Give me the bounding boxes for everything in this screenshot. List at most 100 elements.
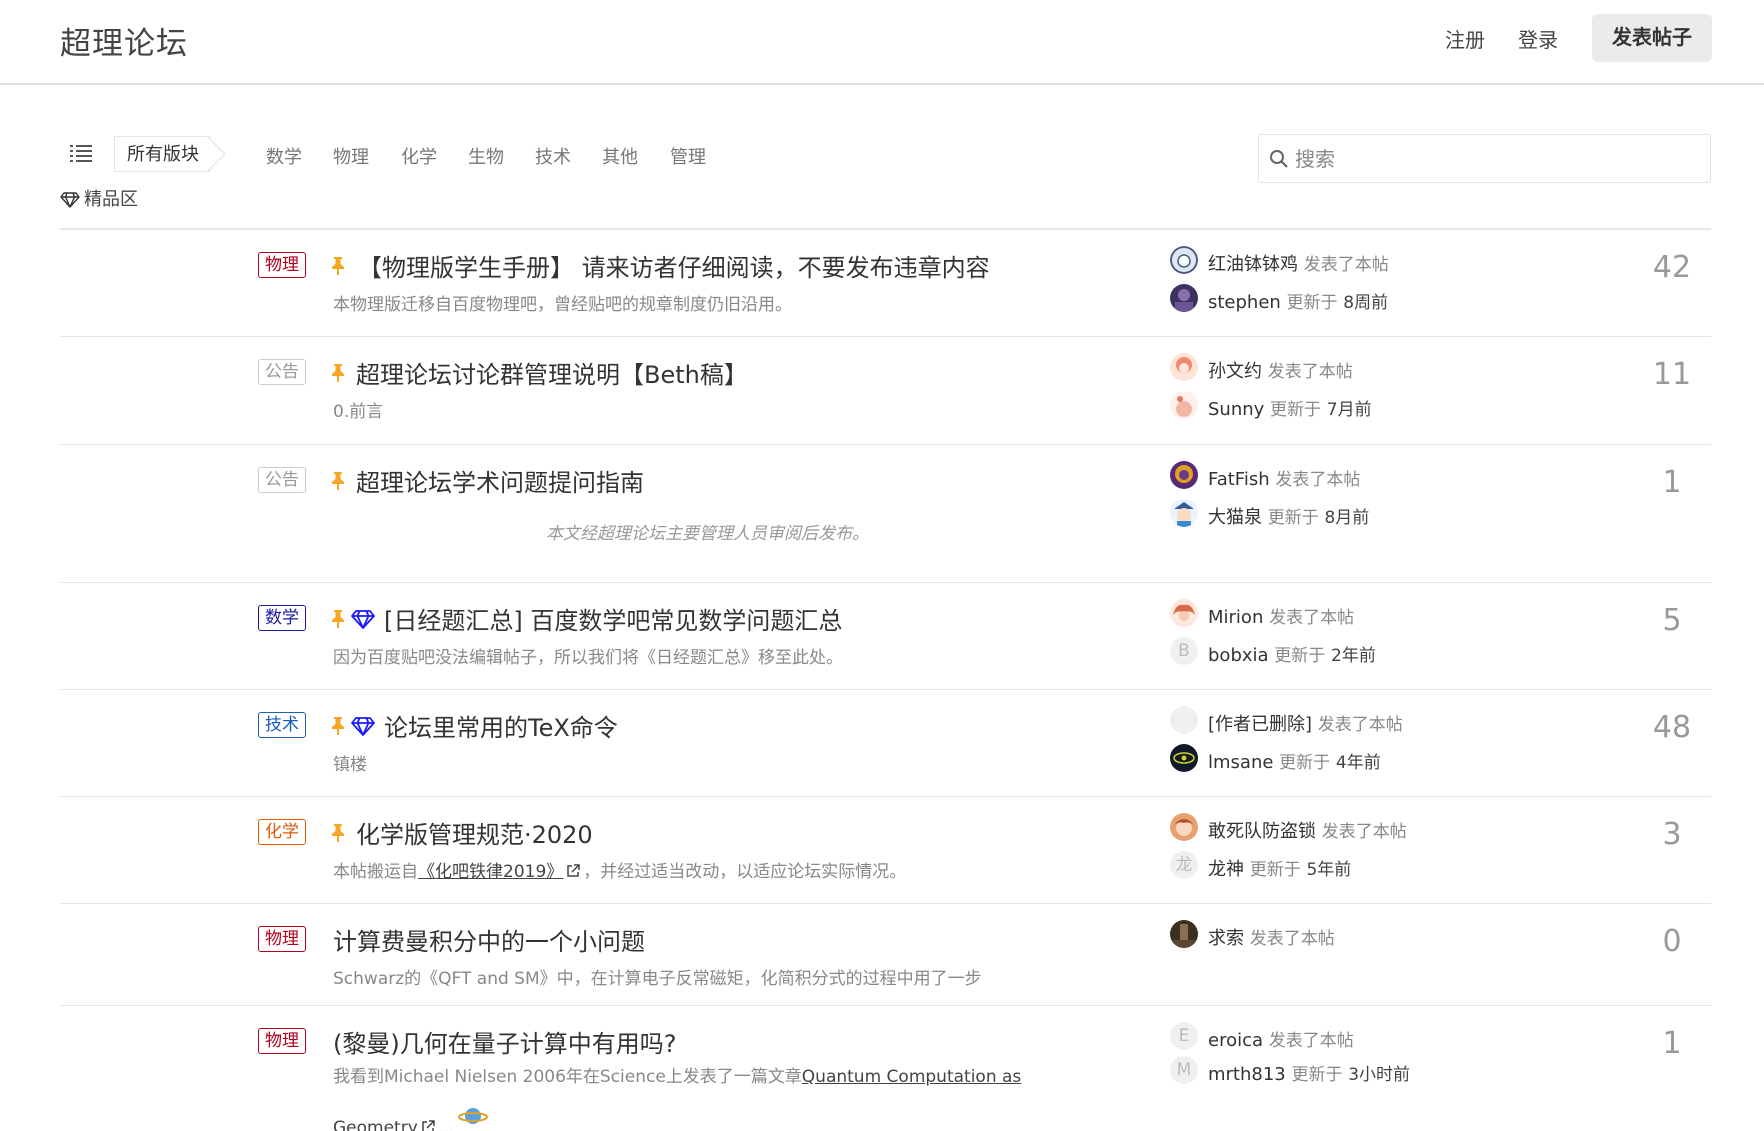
category-badge[interactable]: 技术 (258, 712, 306, 738)
replier-name[interactable]: stephen (1208, 292, 1281, 313)
topic-row[interactable]: 物理 计算费曼积分中的一个小问题 Schwarz的《QFT and SM》中，在… (60, 903, 1711, 1005)
replier-name[interactable]: 大猫泉 (1208, 507, 1262, 528)
category-badge[interactable]: 物理 (258, 252, 306, 278)
category-badge[interactable]: 公告 (258, 359, 306, 385)
topic-title[interactable]: (黎曼)几何在量子计算中有用吗? (333, 1024, 676, 1059)
avatar[interactable] (1170, 353, 1198, 381)
planet-icon (458, 1108, 488, 1124)
topic-row[interactable]: 化学 化学版管理规范·2020 本帖搬运自《化吧铁律2019》 ，并经过适当改动，… (60, 796, 1711, 903)
category-tab-chemistry[interactable]: 化学 (401, 143, 437, 169)
search-input[interactable] (1295, 135, 1705, 182)
avatar[interactable] (1170, 744, 1198, 772)
replier-name[interactable]: lmsane (1208, 752, 1273, 773)
category-tab-math[interactable]: 数学 (266, 143, 302, 169)
external-link[interactable]: Geometry (333, 1118, 418, 1131)
avatar[interactable] (1170, 813, 1198, 841)
avatar[interactable] (1170, 284, 1198, 312)
reply-count: 42 (1652, 250, 1692, 285)
topic-title[interactable]: 超理论坛学术问题提问指南 (356, 463, 644, 498)
excerpt-text: ... (437, 1118, 454, 1131)
topic-replier: 龙神 更新于 5年前 (1208, 855, 1351, 881)
list-view-icon[interactable] (70, 145, 92, 163)
topic-title[interactable]: 超理论坛讨论群管理说明【Beth稿】 (356, 355, 748, 390)
diamond-icon (60, 192, 80, 208)
topic-title[interactable]: [日经题汇总] 百度数学吧常见数学问题汇总 (384, 601, 842, 636)
topic-row[interactable]: 物理 (黎曼)几何在量子计算中有用吗? 我看到Michael Nielsen 2… (60, 1005, 1711, 1131)
author-name[interactable]: eroica (1208, 1030, 1263, 1051)
pin-icon (332, 472, 344, 490)
replier-name[interactable]: mrth813 (1208, 1064, 1286, 1085)
topic-author: 红油钵钵鸡 发表了本帖 (1208, 250, 1389, 276)
topic-row[interactable]: 技术 论坛里常用的TeX命令 镇楼 [作者已删除] 发表了本帖 lmsane 更… (60, 689, 1711, 796)
topic-title[interactable]: 【物理版学生手册】 请来访者仔细阅读，不要发布违章内容 (358, 248, 990, 283)
topic-excerpt: Schwarz的《QFT and SM》中，在计算电子反常磁矩，化简积分式的过程… (333, 969, 982, 989)
author-name[interactable]: Mirion (1208, 607, 1263, 628)
external-link-icon (567, 864, 581, 877)
reply-count: 1 (1662, 1026, 1682, 1061)
author-name[interactable]: 红油钵钵鸡 (1208, 254, 1298, 275)
avatar[interactable] (1170, 599, 1198, 627)
author-name[interactable]: FatFish (1208, 469, 1270, 490)
reply-time: 2年前 (1331, 646, 1376, 666)
category-tab-admin[interactable]: 管理 (670, 143, 706, 169)
topic-excerpt: 本帖搬运自《化吧铁律2019》 ，并经过适当改动，以适应论坛实际情况。 (333, 857, 906, 882)
avatar[interactable] (1170, 499, 1198, 527)
category-tab-physics[interactable]: 物理 (333, 143, 369, 169)
topic-replier: Sunny 更新于 7月前 (1208, 395, 1372, 420)
replier-name[interactable]: bobxia (1208, 645, 1269, 666)
topic-replier: lmsane 更新于 4年前 (1208, 748, 1381, 773)
external-link[interactable]: 《化吧铁律2019》 (418, 862, 563, 882)
avatar[interactable] (1170, 920, 1198, 948)
external-link-icon (422, 1120, 435, 1131)
category-badge[interactable]: 数学 (258, 605, 306, 631)
site-title[interactable]: 超理论坛 (60, 18, 188, 63)
category-badge[interactable]: 化学 (258, 819, 306, 845)
category-tab-biology[interactable]: 生物 (468, 143, 504, 169)
author-action: 发表了本帖 (1275, 470, 1361, 490)
author-action: 发表了本帖 (1317, 715, 1403, 735)
category-badge[interactable]: 公告 (258, 467, 306, 493)
topic-row[interactable]: 物理 【物理版学生手册】 请来访者仔细阅读，不要发布违章内容 本物理版迁移自百度… (60, 228, 1711, 336)
author-name[interactable]: 求索 (1208, 928, 1244, 949)
avatar[interactable] (1170, 706, 1198, 734)
category-tab-other[interactable]: 其他 (602, 143, 638, 169)
register-link[interactable]: 注册 (1445, 24, 1485, 53)
author-name[interactable]: 孙文约 (1208, 361, 1262, 382)
category-badge[interactable]: 物理 (258, 926, 306, 952)
category-tab-tech[interactable]: 技术 (535, 143, 571, 169)
topic-title[interactable]: 化学版管理规范·2020 (356, 815, 593, 850)
pin-icon (332, 824, 344, 842)
avatar[interactable]: 龙 (1170, 851, 1198, 879)
reply-action: 更新于 (1286, 293, 1338, 313)
author-action: 发表了本帖 (1267, 362, 1353, 382)
avatar[interactable] (1170, 461, 1198, 489)
avatar[interactable] (1170, 391, 1198, 419)
topic-row[interactable]: 公告 超理论坛讨论群管理说明【Beth稿】 0.前言 孙文约 发表了本帖 Sun… (60, 336, 1711, 444)
reply-time: 8周前 (1343, 293, 1389, 313)
topic-row[interactable]: 公告 超理论坛学术问题提问指南 本文经超理论坛主要管理人员审阅后发布。 FatF… (60, 444, 1711, 582)
featured-zone-link[interactable]: 精品区 (60, 185, 138, 211)
reply-time: 5年前 (1306, 860, 1352, 880)
topic-title[interactable]: 论坛里常用的TeX命令 (384, 708, 618, 743)
avatar[interactable]: B (1170, 637, 1198, 665)
featured-zone-label: 精品区 (84, 189, 138, 210)
category-badge[interactable]: 物理 (258, 1028, 306, 1054)
avatar[interactable]: M (1170, 1056, 1198, 1084)
reply-count: 3 (1662, 817, 1682, 852)
new-post-button[interactable]: 发表帖子 (1592, 14, 1712, 62)
all-sections-tab[interactable]: 所有版块 (114, 136, 211, 172)
replier-name[interactable]: Sunny (1208, 399, 1264, 420)
avatar[interactable]: E (1170, 1022, 1198, 1050)
topic-author: Mirion 发表了本帖 (1208, 603, 1354, 628)
topic-excerpt: 本物理版迁移自百度物理吧，曾经贴吧的规章制度仍旧沿用。 (333, 295, 792, 315)
replier-name[interactable]: 龙神 (1208, 859, 1244, 880)
avatar[interactable] (1170, 246, 1198, 274)
external-link[interactable]: Quantum Computation as (802, 1067, 1021, 1087)
topic-title[interactable]: 计算费曼积分中的一个小问题 (333, 922, 645, 957)
topic-replier: mrth813 更新于 3小时前 (1208, 1060, 1410, 1085)
topic-author: 求索 发表了本帖 (1208, 924, 1335, 950)
author-name[interactable]: [作者已删除] (1208, 714, 1312, 735)
topic-row[interactable]: 数学 [日经题汇总] 百度数学吧常见数学问题汇总 因为百度贴吧没法编辑帖子，所以… (60, 582, 1711, 689)
login-link[interactable]: 登录 (1518, 24, 1558, 53)
author-name[interactable]: 敢死队防盗锁 (1208, 821, 1316, 842)
